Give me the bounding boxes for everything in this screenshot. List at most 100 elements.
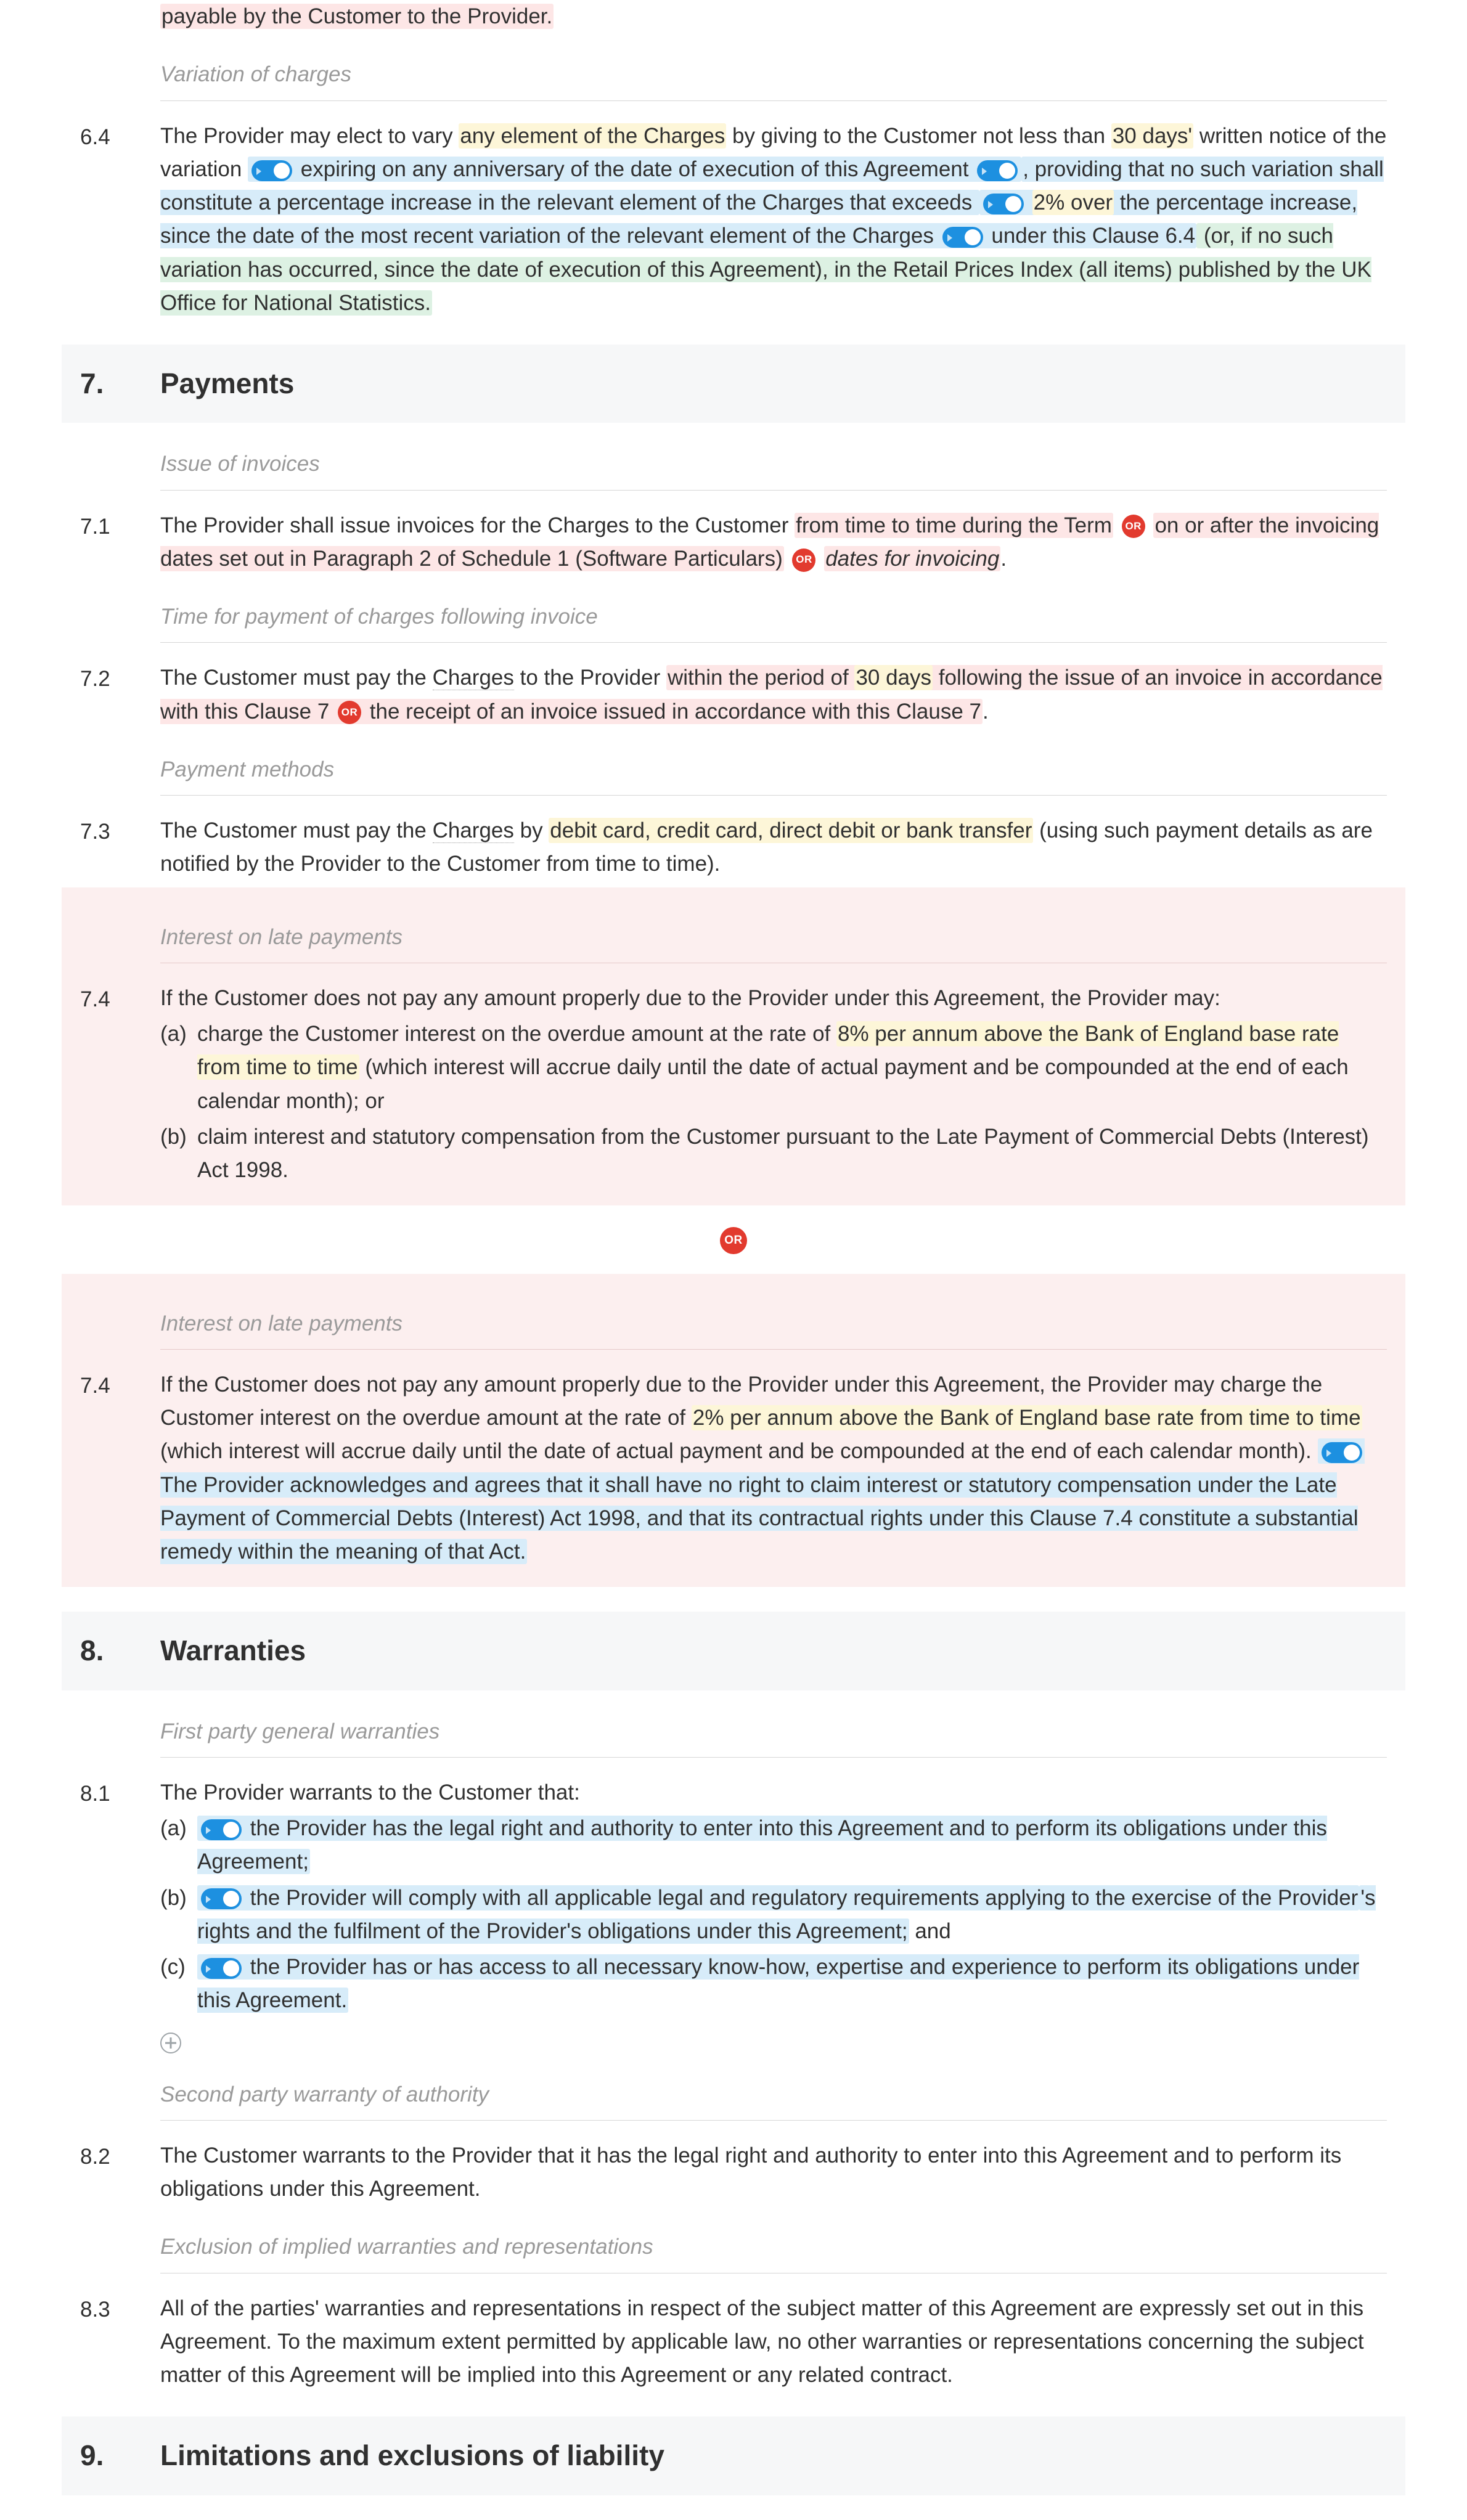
sub-letter-b: (b) (160, 1882, 197, 1949)
add-item-icon[interactable] (160, 2033, 181, 2053)
clause-body: The Customer must pay the Charges by deb… (160, 814, 1387, 881)
text: The Customer must pay the (160, 818, 433, 842)
clause-number: 8.3 (80, 2292, 160, 2392)
toggle-icon[interactable] (1322, 1442, 1362, 1463)
toggle-icon[interactable] (201, 1819, 242, 1840)
clause-8-2: 8.2 The Customer warrants to the Provide… (80, 2139, 1387, 2206)
editable-span[interactable]: 30 days' (1111, 123, 1193, 149)
section-header-7: 7. Payments (62, 345, 1405, 423)
optional-span[interactable]: expiring on any anniversary of the date … (301, 157, 969, 181)
or-separator: OR (80, 1223, 1387, 1256)
section-title: Payments (160, 362, 294, 406)
clause-body: All of the parties' warranties and repre… (160, 2292, 1387, 2392)
sub-letter-a: (a) (160, 1017, 197, 1118)
text: and (909, 1919, 951, 1943)
section-title: Limitations and exclusions of liability (160, 2434, 664, 2477)
optional-span[interactable]: The Provider acknowledges and agrees tha… (160, 1473, 1358, 1564)
editable-span[interactable]: 30 days (854, 665, 933, 690)
clause-7-4b: 7.4 If the Customer does not pay any amo… (80, 1368, 1387, 1569)
clause-number: 7.2 (80, 661, 160, 728)
clause-body: The Provider may elect to vary any eleme… (160, 120, 1387, 320)
text: The Customer must pay the (160, 666, 433, 690)
subsection-title-second-warranty: Second party warranty of authority (160, 2072, 1387, 2121)
option-a[interactable]: from time to time during the Term (795, 513, 1113, 538)
clause-7-1: 7.1 The Provider shall issue invoices fo… (80, 509, 1387, 576)
text: by (514, 818, 549, 842)
section-header-9: 9. Limitations and exclusions of liabili… (62, 2416, 1405, 2495)
text: . (983, 699, 989, 724)
text: The Provider shall issue invoices for th… (160, 513, 795, 537)
defined-term[interactable]: Charges (433, 818, 514, 843)
text: The Provider may elect to vary (160, 124, 459, 148)
clause-body: The Provider warrants to the Customer th… (160, 1776, 1387, 2018)
section-number: 9. (80, 2434, 160, 2477)
clause-body: The Provider shall issue invoices for th… (160, 509, 1387, 576)
optional-span[interactable]: under this Clause 6.4 (991, 224, 1195, 248)
clause-body: The Customer warrants to the Provider th… (160, 2139, 1387, 2206)
editable-span[interactable]: 2% per annum above the Bank of England b… (692, 1405, 1362, 1430)
clause-7-3: 7.3 The Customer must pay the Charges by… (80, 814, 1387, 881)
clause-number: 7.1 (80, 509, 160, 576)
clause-number: 8.1 (80, 1776, 160, 2018)
clause-number: 7.3 (80, 814, 160, 881)
clause-number: 8.2 (80, 2139, 160, 2206)
intro-text: If the Customer does not pay any amount … (160, 982, 1387, 1015)
sub-letter-b: (b) (160, 1120, 197, 1188)
or-badge[interactable]: OR (338, 701, 361, 724)
or-badge[interactable]: OR (792, 548, 815, 572)
sub-item-b: claim interest and statutory compensatio… (197, 1120, 1387, 1188)
clause-number: 7.4 (80, 982, 160, 1188)
optional-span[interactable]: the Provider will comply with all applic… (250, 1886, 1359, 1910)
toggle-icon[interactable] (251, 160, 292, 181)
toggle-icon[interactable] (983, 194, 1024, 214)
clause-body: If the Customer does not pay any amount … (160, 982, 1387, 1188)
alternative-block-2[interactable]: Interest on late payments 7.4 If the Cus… (62, 1274, 1405, 1588)
document-page: payable by the Customer to the Provider.… (0, 0, 1467, 2520)
sub-item-a: the Provider has the legal right and aut… (197, 1812, 1387, 1879)
option-c[interactable]: dates for invoicing (824, 546, 1000, 571)
clause-body: If the Customer does not pay any amount … (160, 1368, 1387, 1569)
subsection-title-exclusion: Exclusion of implied warranties and repr… (160, 2224, 1387, 2273)
sub-item-a: charge the Customer interest on the over… (197, 1017, 1387, 1118)
option-b[interactable]: the receipt of an invoice issued in acco… (370, 699, 981, 724)
clause-7-2: 7.2 The Customer must pay the Charges to… (80, 661, 1387, 728)
editable-span[interactable]: debit card, credit card, direct debit or… (549, 818, 1033, 843)
option-text[interactable]: within the period of (668, 666, 855, 690)
intro-text: The Provider warrants to the Customer th… (160, 1776, 1387, 1809)
sub-letter-c: (c) (160, 1951, 197, 2018)
editable-span[interactable]: any element of the Charges (459, 123, 726, 149)
option-text[interactable]: following (933, 666, 1029, 690)
subsection-title-first-warranties: First party general warranties (160, 1709, 1387, 1758)
optional-span[interactable]: the Provider has or has access to all ne… (197, 1955, 1359, 2012)
clause-number: 7.4 (80, 1368, 160, 1569)
section-header-8: 8. Warranties (62, 1612, 1405, 1690)
clause-8-3: 8.3 All of the parties' warranties and r… (80, 2292, 1387, 2392)
clause-number: 6.4 (80, 120, 160, 320)
subsection-title-methods: Payment methods (160, 747, 1387, 796)
text-fragment: payable by the Customer to the Provider. (160, 4, 554, 29)
toggle-icon[interactable] (942, 227, 983, 248)
section-number: 8. (80, 1629, 160, 1673)
subsection-title-interest: Interest on late payments (160, 915, 1387, 963)
toggle-icon[interactable] (201, 1888, 242, 1909)
subsection-title-variation: Variation of charges (160, 52, 1387, 100)
optional-span[interactable]: the Provider has the legal right and aut… (197, 1816, 1327, 1874)
defined-term[interactable]: Charges (433, 666, 514, 690)
alternative-block-1[interactable]: Interest on late payments 7.4 If the Cus… (62, 887, 1405, 1206)
text: (which interest will accrue daily until … (197, 1055, 1349, 1112)
or-badge[interactable]: OR (1122, 515, 1145, 538)
clause-body: The Customer must pay the Charges to the… (160, 661, 1387, 728)
subsection-title-interest: Interest on late payments (160, 1301, 1387, 1350)
toggle-icon[interactable] (201, 1958, 242, 1979)
subsection-title-invoices: Issue of invoices (160, 441, 1387, 490)
sub-letter-a: (a) (160, 1812, 197, 1879)
editable-span[interactable]: 2% over (1032, 190, 1114, 215)
sub-item-b: the Provider will comply with all applic… (197, 1882, 1387, 1949)
toggle-icon[interactable] (977, 160, 1018, 181)
clause-8-1: 8.1 The Provider warrants to the Custome… (80, 1776, 1387, 2018)
clause-fragment: payable by the Customer to the Provider. (160, 0, 1387, 33)
clause-6-4: 6.4 The Provider may elect to vary any e… (80, 120, 1387, 320)
or-badge[interactable]: OR (720, 1227, 747, 1254)
text: to the Provider (514, 666, 666, 690)
text: by giving to the Customer not less than (726, 124, 1111, 148)
